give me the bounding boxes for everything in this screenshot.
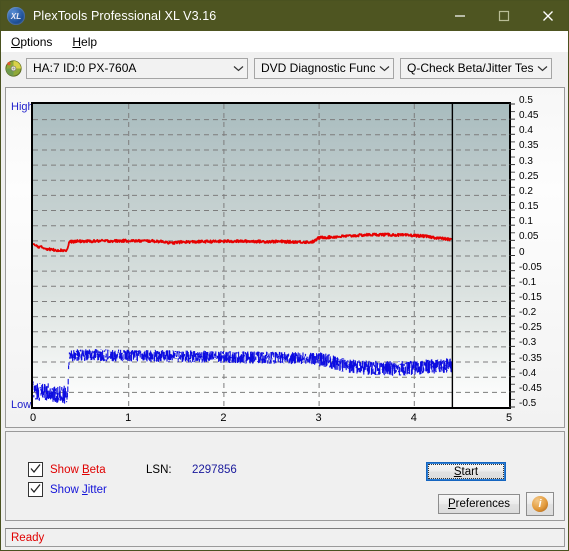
focus-ring	[428, 464, 504, 479]
y-tick-label: -0.25	[519, 322, 542, 334]
y-tick-label: 0.45	[519, 110, 539, 122]
preferences-button-label: Preferences	[447, 498, 510, 510]
chevron-down-icon	[375, 65, 393, 72]
y-tick-label: 0.25	[519, 170, 539, 182]
y-tick-label: 0.35	[519, 140, 539, 152]
y-tick-label: -0.3	[519, 337, 537, 349]
disc-icon	[5, 59, 22, 77]
x-tick-label: 3	[315, 412, 322, 424]
menu-item-options[interactable]: Options	[1, 33, 62, 51]
window-buttons	[438, 1, 568, 31]
info-icon: i	[532, 496, 548, 512]
y-tick-label: -0.4	[519, 367, 537, 379]
y-tick-label: 0.2	[519, 185, 533, 197]
x-tick-label: 1	[125, 412, 132, 424]
x-axis-tick-labels: 0 1 2 3 4 5	[29, 410, 515, 428]
close-button[interactable]	[526, 1, 568, 31]
show-beta-label: Show Beta	[50, 463, 106, 476]
x-tick-label: 5	[505, 412, 513, 424]
test-select-value: Q-Check Beta/Jitter Test	[407, 61, 533, 75]
chevron-down-icon	[229, 65, 247, 72]
chevron-down-icon	[533, 65, 551, 72]
menu-item-options-label: ptions	[20, 34, 53, 49]
start-button[interactable]: Start	[426, 462, 506, 481]
drive-select-value: HA:7 ID:0 PX-760A	[33, 61, 137, 75]
menu-bar: Options Help	[1, 31, 568, 53]
status-text: Ready	[11, 531, 45, 544]
toolbar: HA:7 ID:0 PX-760A DVD Diagnostic Functio…	[1, 52, 568, 84]
menu-item-help[interactable]: Help	[62, 33, 107, 51]
controls-panel: Show Beta Show Jitter LSN: 2297856 Start…	[5, 431, 565, 521]
lsn-label: LSN:	[146, 464, 172, 476]
menu-accel-help: H	[72, 34, 82, 49]
x-tick-label: 0	[29, 412, 37, 424]
status-bar: Ready	[5, 528, 565, 547]
y-tick-label: -0.2	[519, 307, 537, 319]
y-tick-label: 0.4	[519, 125, 533, 137]
checkbox-box-beta[interactable]	[28, 462, 43, 477]
title-bar: XL PlexTools Professional XL V3.16	[1, 1, 568, 31]
function-select[interactable]: DVD Diagnostic Functions	[254, 57, 394, 79]
y-tick-label: -0.5	[519, 398, 537, 409]
show-jitter-checkbox[interactable]: Show Jitter	[28, 482, 107, 497]
y-tick-label: 0.15	[519, 201, 539, 213]
chart-panel: High Low 0.5 0.45 0.4 0.35 0.3 0.25 0.2 0.15 0.1…	[5, 87, 565, 428]
checkbox-box-jitter[interactable]	[28, 482, 43, 497]
y-tick-label: 0	[519, 246, 525, 258]
xl-logo-icon: XL	[7, 7, 25, 25]
beta-jitter-plot	[31, 102, 511, 409]
axis-label-low: Low	[11, 399, 32, 411]
x-tick-label: 4	[410, 412, 417, 424]
menu-accel-options: O	[11, 34, 21, 49]
y-tick-label: -0.15	[519, 291, 542, 303]
show-jitter-label: Show Jitter	[50, 483, 107, 496]
y-tick-label: -0.05	[519, 261, 542, 273]
preferences-button[interactable]: Preferences	[438, 494, 520, 514]
show-beta-checkbox[interactable]: Show Beta	[28, 462, 106, 477]
lsn-value: 2297856	[192, 464, 237, 476]
x-tick-label: 2	[220, 412, 227, 424]
y-tick-label: -0.45	[519, 382, 542, 394]
y-tick-label: 0.05	[519, 231, 539, 243]
y-tick-label: 0.3	[519, 155, 533, 167]
window-title: PlexTools Professional XL V3.16	[33, 9, 217, 23]
y-tick-label: -0.1	[519, 276, 537, 288]
test-select[interactable]: Q-Check Beta/Jitter Test	[400, 57, 552, 79]
drive-select[interactable]: HA:7 ID:0 PX-760A	[26, 57, 248, 79]
y-tick-label: 0.1	[519, 216, 533, 228]
menu-item-help-label: elp	[81, 34, 98, 49]
minimize-button[interactable]	[438, 1, 482, 31]
y-tick-label: -0.35	[519, 352, 542, 364]
y-axis-tick-labels: 0.5 0.45 0.4 0.35 0.3 0.25 0.2 0.15 0.1 0.05 0 -0.0…	[515, 96, 563, 416]
y-tick-label: 0.5	[519, 95, 533, 106]
maximize-button[interactable]	[482, 1, 526, 31]
info-button[interactable]: i	[526, 492, 554, 516]
plot-svg	[33, 104, 509, 407]
plextools-window: XL PlexTools Professional XL V3.16 Optio…	[0, 0, 569, 551]
function-select-value: DVD Diagnostic Functions	[261, 61, 375, 75]
